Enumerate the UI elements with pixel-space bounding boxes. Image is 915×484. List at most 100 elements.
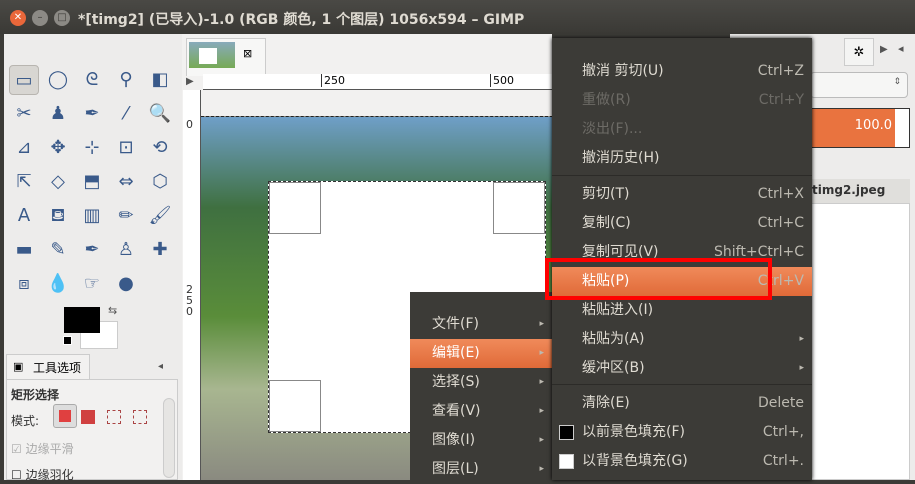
tool-options-panel: 矩形选择 模式: ☑ 边缘平滑 ☐ 边缘羽化	[6, 379, 178, 483]
edit-menu-item[interactable]: 复制(C) Ctrl+C	[552, 209, 812, 238]
menu-item-label: 撤消 剪切(U)	[582, 63, 664, 79]
menu-item-label: 缓冲区(B)	[582, 360, 645, 376]
tabs-arrow-icon[interactable]: ▶	[880, 44, 888, 55]
heal-tool-icon[interactable]: ✚	[145, 235, 175, 265]
menu-item-label: 以前景色填充(F)	[582, 424, 685, 440]
selection-handle[interactable]	[269, 380, 321, 432]
crop-tool-icon[interactable]: ⊡	[111, 133, 141, 163]
context-menu-item[interactable]: 选择(S) ▸	[410, 368, 552, 397]
maximize-button[interactable]: □	[54, 10, 70, 26]
edit-menu-item[interactable]: 以背景色填充(G) Ctrl+.	[552, 447, 812, 476]
menu-item-label: 复制(C)	[582, 215, 631, 231]
ink-tool-icon[interactable]: ✒	[77, 235, 107, 265]
text-tool-icon[interactable]: A	[9, 201, 39, 231]
image-context-menu: 文件(F) ▸ 编辑(E) ▸ 选择(S) ▸ 查看(V) ▸ 图像(I) ▸ 图层(L) ▸	[410, 292, 552, 480]
menu-item-label: 编辑(E)	[432, 345, 480, 361]
antialias-checkbox[interactable]: ☑ 边缘平滑	[11, 440, 74, 457]
smudge-tool-icon[interactable]: ☞	[77, 269, 107, 299]
perspective-tool-icon[interactable]: ⬒	[77, 167, 107, 197]
foreground-select-tool-icon[interactable]: ♟	[43, 99, 73, 129]
selection-handle[interactable]	[269, 182, 321, 234]
color-select-tool-icon[interactable]: ◧	[145, 65, 175, 95]
minimize-button[interactable]: –	[32, 10, 48, 26]
edit-menu-item[interactable]: 缓冲区(B) ▸	[552, 354, 812, 383]
free-select-tool-icon[interactable]: ᘓ	[77, 65, 107, 95]
close-window-button[interactable]: ✕	[10, 10, 26, 26]
options-scrollbar[interactable]	[163, 398, 175, 478]
menu-item-label: 重做(R)	[582, 92, 631, 108]
submenu-arrow-icon: ▸	[539, 319, 544, 329]
paintbrush-tool-icon[interactable]: 🖌	[145, 201, 175, 231]
tab-tool-options[interactable]: ▣ 工具选项	[6, 354, 90, 380]
shear-tool-icon[interactable]: ◇	[43, 167, 73, 197]
selection-handle[interactable]	[493, 182, 545, 234]
blur-tool-icon[interactable]: 💧	[43, 269, 73, 299]
menu-item-shortcut: Ctrl+Z	[757, 63, 804, 79]
mode-dropdown[interactable]: ⇕	[810, 72, 908, 98]
menu-item-label: 撤消历史(H)	[582, 150, 660, 166]
default-colors-icon[interactable]	[63, 336, 72, 345]
window-title: *[timg2] (已导入)-1.0 (RGB 颜色, 1 个图层) 1056x…	[78, 12, 525, 28]
color-picker-tool-icon[interactable]: ⁄	[111, 99, 141, 129]
mode-subtract-button[interactable]	[107, 410, 121, 424]
perspective-clone-tool-icon[interactable]: ⧈	[9, 269, 39, 299]
edit-menu-item[interactable]: 撤消历史(H)	[552, 144, 812, 173]
color-swatch-icon	[559, 425, 574, 440]
opacity-spinner[interactable]: 100.0	[810, 108, 910, 148]
mode-intersect-button[interactable]	[133, 410, 147, 424]
tab-label: 工具选项	[33, 361, 82, 375]
move-tool-icon[interactable]: ✥	[43, 133, 73, 163]
flip-tool-icon[interactable]: ⇔	[111, 167, 141, 197]
rotate-tool-icon[interactable]: ⟲	[145, 133, 175, 163]
edit-submenu: 撤消 剪切(U) Ctrl+Z 重做(R) Ctrl+Y 淡出(F)... 撤消历史(H)…	[552, 38, 812, 480]
eraser-tool-icon[interactable]: ▬	[9, 235, 39, 265]
panel-menu-icon[interactable]: ◂	[158, 361, 163, 372]
blend-tool-icon[interactable]: ▥	[77, 201, 107, 231]
panel-menu-icon[interactable]: ◂	[898, 42, 904, 55]
mode-replace-button[interactable]	[53, 404, 77, 428]
menu-item-label: 以背景色填充(G)	[582, 453, 688, 469]
menu-item-shortcut: Shift+Ctrl+C	[714, 244, 804, 260]
fuzzy-select-tool-icon[interactable]: ⚲	[111, 65, 141, 95]
pencil-tool-icon[interactable]: ✏	[111, 201, 141, 231]
dodge-burn-tool-icon[interactable]: ●	[111, 269, 141, 299]
scale-tool-icon[interactable]: ⇱	[9, 167, 39, 197]
ellipse-select-tool-icon[interactable]: ◯	[43, 65, 73, 95]
edit-menu-item[interactable]: 剪切(T) Ctrl+X	[552, 180, 812, 209]
menu-item-label: 选择(S)	[432, 374, 480, 390]
ruler-tick: 250	[186, 283, 193, 318]
context-menu-item[interactable]: 图像(I) ▸	[410, 426, 552, 455]
align-tool-icon[interactable]: ⊹	[77, 133, 107, 163]
edit-menu-item[interactable]: 粘贴进入(I)	[552, 296, 812, 325]
zoom-tool-icon[interactable]: 🔍	[145, 99, 175, 129]
airbrush-tool-icon[interactable]: ✎	[43, 235, 73, 265]
scissors-tool-icon[interactable]: ✂	[9, 99, 39, 129]
image-tab[interactable]: ⊠	[186, 38, 266, 76]
layer-row[interactable]: timg2.jpeg	[810, 179, 910, 203]
measure-tool-icon[interactable]: ⊿	[9, 133, 39, 163]
paths-tool-icon[interactable]: ✒	[77, 99, 107, 129]
swap-colors-icon[interactable]: ⇆	[108, 304, 117, 317]
context-menu-item[interactable]: 文件(F) ▸	[410, 310, 552, 339]
foreground-color-overlay	[64, 307, 100, 333]
feather-checkbox[interactable]: ☐ 边缘羽化	[11, 466, 74, 483]
edit-menu-item[interactable]: 复制可见(V) Shift+Ctrl+C	[552, 238, 812, 267]
edit-menu-item[interactable]: 清除(E) Delete	[552, 389, 812, 418]
navigate-icon[interactable]: ▶	[186, 76, 194, 87]
clone-tool-icon[interactable]: ♙	[111, 235, 141, 265]
edit-menu-item[interactable]: 粘贴为(A) ▸	[552, 325, 812, 354]
rect-select-tool-icon[interactable]: ▭	[9, 65, 39, 95]
cage-tool-icon[interactable]: ⬡	[145, 167, 175, 197]
edit-menu-item[interactable]: 以前景色填充(F) Ctrl+,	[552, 418, 812, 447]
context-menu-item[interactable]: 查看(V) ▸	[410, 397, 552, 426]
edit-menu-item[interactable]: 撤消 剪切(U) Ctrl+Z	[552, 57, 812, 86]
submenu-arrow-icon: ▸	[799, 334, 804, 344]
edit-menu-item[interactable]: 粘贴(P) Ctrl+V	[552, 267, 812, 296]
context-menu-item[interactable]: 编辑(E) ▸	[410, 339, 552, 368]
paths-tab-icon[interactable]: ✲	[844, 38, 874, 66]
mode-add-button[interactable]	[81, 410, 95, 424]
bucket-fill-tool-icon[interactable]: ⛾	[43, 201, 73, 231]
ruler-tick: 250	[321, 74, 345, 87]
close-tab-icon[interactable]: ⊠	[243, 47, 252, 60]
image-thumbnail	[189, 42, 235, 68]
